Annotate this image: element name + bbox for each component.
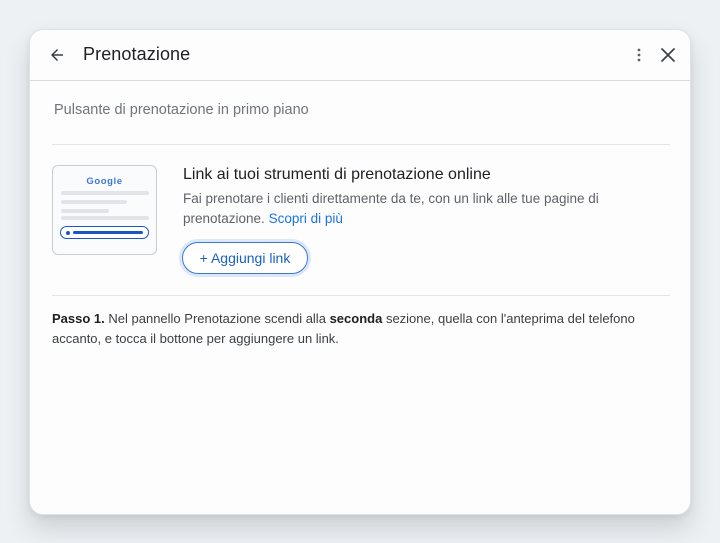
card-description-text: Fai prenotare i clienti direttamente da … xyxy=(183,191,599,226)
preview-link-dot xyxy=(66,230,70,235)
divider xyxy=(52,144,670,145)
divider xyxy=(52,295,670,296)
preview-link-bar xyxy=(60,226,149,239)
more-vert-icon xyxy=(637,48,641,62)
step-label: Passo 1. xyxy=(52,311,105,326)
step-emphasis: seconda xyxy=(329,311,383,326)
add-link-button[interactable]: + Aggiungi link xyxy=(182,242,308,274)
close-button[interactable] xyxy=(655,42,681,68)
learn-more-link[interactable]: Scopri di più xyxy=(269,211,343,226)
step-instructions: Passo 1. Nel pannello Prenotazione scend… xyxy=(52,309,672,349)
arrow-back-icon xyxy=(51,49,63,61)
placeholder-line xyxy=(61,216,149,220)
panel-header: Prenotazione xyxy=(30,30,690,81)
step-text-before: Nel pannello Prenotazione scendi alla xyxy=(108,311,326,326)
section-label: Pulsante di prenotazione in primo piano xyxy=(54,102,309,118)
panel-title: Prenotazione xyxy=(83,44,191,64)
booking-panel: Prenotazione Pulsante di prenotazione in… xyxy=(29,29,691,515)
booking-button-preview: Google xyxy=(52,165,157,255)
back-button[interactable] xyxy=(44,42,70,68)
close-icon xyxy=(661,48,675,62)
placeholder-line xyxy=(61,191,149,195)
placeholder-line xyxy=(61,200,127,204)
placeholder-line xyxy=(61,209,109,213)
card-title: Link ai tuoi strumenti di prenotazione o… xyxy=(183,166,491,183)
more-options-button[interactable] xyxy=(628,43,650,67)
card-description: Fai prenotare i clienti direttamente da … xyxy=(183,189,643,229)
preview-link-line xyxy=(73,231,143,234)
google-logo: Google xyxy=(86,176,123,187)
